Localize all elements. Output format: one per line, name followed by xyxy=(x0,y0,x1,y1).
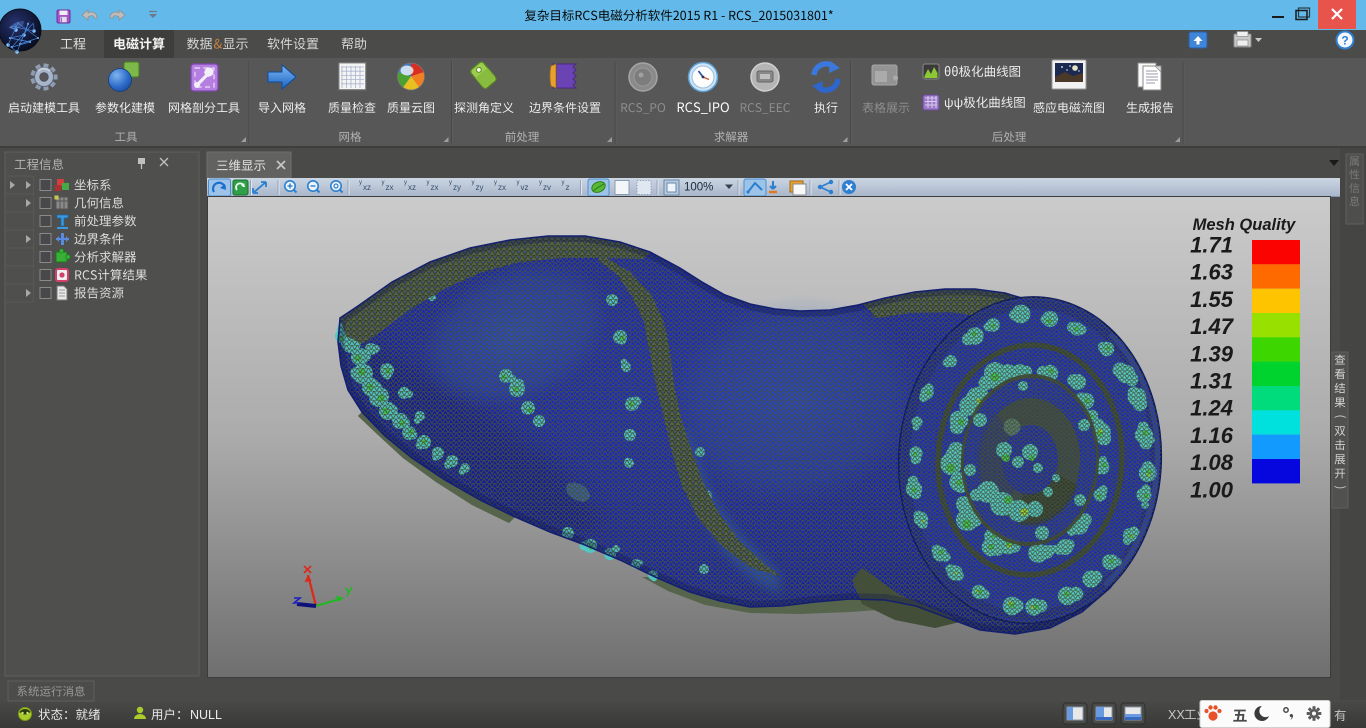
svg-text:y: y xyxy=(404,180,407,186)
svg-text:1.71: 1.71 xyxy=(1190,233,1233,258)
svg-text:y: y xyxy=(494,180,497,186)
svg-text:y: y xyxy=(539,180,542,186)
svg-text:y: y xyxy=(517,180,520,186)
svg-text:?: ? xyxy=(1341,34,1348,48)
svg-text:y: y xyxy=(382,180,385,186)
svg-text:vz: vz xyxy=(521,183,529,192)
svg-text:zx: zx xyxy=(431,183,439,192)
svg-text:y: y xyxy=(427,180,430,186)
svg-text:1.39: 1.39 xyxy=(1190,341,1234,366)
svg-text:y: y xyxy=(472,180,475,186)
svg-text:zv: zv xyxy=(543,183,551,192)
svg-text:zx: zx xyxy=(498,183,506,192)
svg-text:1.00: 1.00 xyxy=(1190,477,1234,502)
svg-text:Mesh Quality: Mesh Quality xyxy=(1193,216,1297,234)
svg-text:1.24: 1.24 xyxy=(1190,396,1233,421)
svg-text:y: y xyxy=(359,180,362,186)
svg-text:1.63: 1.63 xyxy=(1190,260,1233,285)
svg-text:1.31: 1.31 xyxy=(1190,369,1233,394)
svg-text:xz: xz xyxy=(408,183,416,192)
svg-text:XX: XX xyxy=(1168,708,1185,722)
svg-text:1.47: 1.47 xyxy=(1190,314,1235,339)
svg-text:1.16: 1.16 xyxy=(1190,423,1234,448)
svg-text:NULL: NULL xyxy=(190,708,222,722)
svg-text:1.08: 1.08 xyxy=(1190,450,1234,475)
svg-text:xz: xz xyxy=(363,183,371,192)
svg-text:zx: zx xyxy=(386,183,394,192)
svg-text:zy: zy xyxy=(453,183,461,192)
svg-text:1.55: 1.55 xyxy=(1190,287,1234,312)
svg-text:y: y xyxy=(449,180,452,186)
svg-text:100%: 100% xyxy=(684,182,713,194)
svg-text:zy: zy xyxy=(476,183,484,192)
svg-text:y: y xyxy=(562,180,565,186)
svg-text:z: z xyxy=(566,183,570,192)
